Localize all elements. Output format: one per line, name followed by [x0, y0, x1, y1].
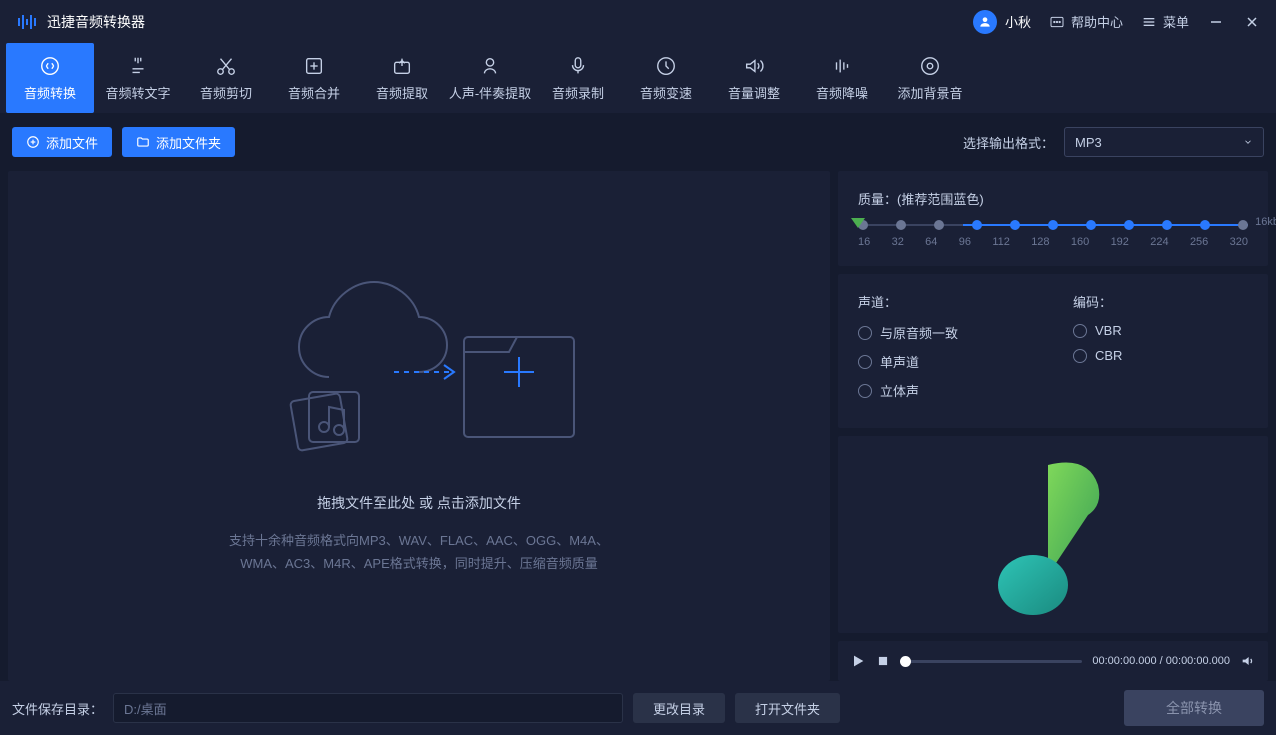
add-file-button[interactable]: 添加文件	[12, 127, 112, 157]
logo-icon	[15, 10, 39, 34]
menu-button[interactable]: 菜单	[1141, 12, 1189, 31]
quality-panel: 质量：(推荐范围蓝色) 16kbit/s 163264 96112128 160…	[838, 171, 1268, 266]
tab-add-bgm[interactable]: 添加背景音	[886, 43, 974, 113]
drop-text: 拖拽文件至此处 或 点击添加文件	[317, 493, 521, 513]
format-select[interactable]: MP3	[1064, 127, 1264, 157]
volume-button[interactable]	[1240, 653, 1256, 669]
convert-all-button[interactable]: 全部转换	[1124, 690, 1264, 726]
toolbar: 音频转换 音频转文字 音频剪切 音频合并 音频提取 人声-伴奏提取 音频录制 音…	[0, 43, 1276, 113]
speed-icon	[655, 55, 677, 77]
radio-channel-stereo[interactable]: 立体声	[858, 381, 1033, 400]
slider-marker-icon	[851, 218, 865, 228]
tab-noise-reduce[interactable]: 音频降噪	[798, 43, 886, 113]
tab-audio-to-text[interactable]: 音频转文字	[94, 43, 182, 113]
titlebar: 迅捷音频转换器 小秋 帮助中心 菜单	[0, 0, 1276, 43]
mic-icon	[567, 55, 589, 77]
quality-slider[interactable]: 16kbit/s	[858, 224, 1248, 226]
preview-panel	[838, 436, 1268, 633]
tab-audio-speed[interactable]: 音频变速	[622, 43, 710, 113]
change-dir-button[interactable]: 更改目录	[633, 693, 725, 723]
music-note-icon	[993, 450, 1113, 620]
scissors-icon	[215, 55, 237, 77]
volume-icon	[743, 55, 765, 77]
tab-volume-adjust[interactable]: 音量调整	[710, 43, 798, 113]
save-path-input[interactable]: D:/桌面	[113, 693, 623, 723]
text-icon	[127, 55, 149, 77]
user-name: 小秋	[1005, 12, 1031, 31]
noise-icon	[831, 55, 853, 77]
user-profile[interactable]: 小秋	[973, 10, 1031, 34]
tab-audio-merge[interactable]: 音频合并	[270, 43, 358, 113]
radio-channel-mono[interactable]: 单声道	[858, 352, 1033, 371]
merge-icon	[303, 55, 325, 77]
time-display: 00:00:00.000 / 00:00:00.000	[1092, 655, 1230, 667]
tab-vocal-separate[interactable]: 人声-伴奏提取	[446, 43, 534, 113]
play-button[interactable]	[850, 653, 866, 669]
extract-icon	[391, 55, 413, 77]
radio-encoding-cbr[interactable]: CBR	[1073, 348, 1248, 363]
avatar-icon	[973, 10, 997, 34]
options-panel: 声道： 与原音频一致 单声道 立体声 编码： VBR CBR	[838, 274, 1268, 428]
quality-label: 质量：(推荐范围蓝色)	[858, 189, 1248, 208]
channel-title: 声道：	[858, 292, 1033, 311]
format-label: 选择输出格式：	[963, 133, 1054, 152]
app-logo: 迅捷音频转换器	[15, 10, 145, 34]
drop-illustration	[249, 277, 589, 477]
drop-hint: 支持十余种音频格式向MP3、WAV、FLAC、AAC、OGG、M4A、 WMA、…	[229, 529, 609, 576]
encoding-title: 编码：	[1073, 292, 1248, 311]
footer: 文件保存目录： D:/桌面 更改目录 打开文件夹 全部转换	[0, 681, 1276, 735]
tab-audio-convert[interactable]: 音频转换	[6, 43, 94, 113]
save-dir-label: 文件保存目录：	[12, 699, 103, 718]
close-button[interactable]	[1243, 13, 1261, 31]
tab-audio-record[interactable]: 音频录制	[534, 43, 622, 113]
bgm-icon	[919, 55, 941, 77]
stop-button[interactable]	[876, 654, 890, 668]
action-bar: 添加文件 添加文件夹 选择输出格式： MP3	[0, 113, 1276, 171]
player-bar: 00:00:00.000 / 00:00:00.000	[838, 641, 1268, 681]
vocal-icon	[479, 55, 501, 77]
convert-icon	[39, 55, 61, 77]
help-button[interactable]: 帮助中心	[1049, 12, 1123, 31]
radio-encoding-vbr[interactable]: VBR	[1073, 323, 1248, 338]
slider-labels: 163264 96112128 160192224 256320	[858, 236, 1248, 248]
progress-bar[interactable]	[900, 660, 1082, 663]
tab-audio-cut[interactable]: 音频剪切	[182, 43, 270, 113]
radio-channel-same[interactable]: 与原音频一致	[858, 323, 1033, 342]
open-folder-button[interactable]: 打开文件夹	[735, 693, 840, 723]
tab-audio-extract[interactable]: 音频提取	[358, 43, 446, 113]
drop-zone[interactable]: 拖拽文件至此处 或 点击添加文件 支持十余种音频格式向MP3、WAV、FLAC、…	[8, 171, 830, 681]
app-title: 迅捷音频转换器	[47, 12, 145, 32]
add-folder-button[interactable]: 添加文件夹	[122, 127, 235, 157]
chevron-down-icon	[1243, 137, 1253, 147]
minimize-button[interactable]	[1207, 13, 1225, 31]
